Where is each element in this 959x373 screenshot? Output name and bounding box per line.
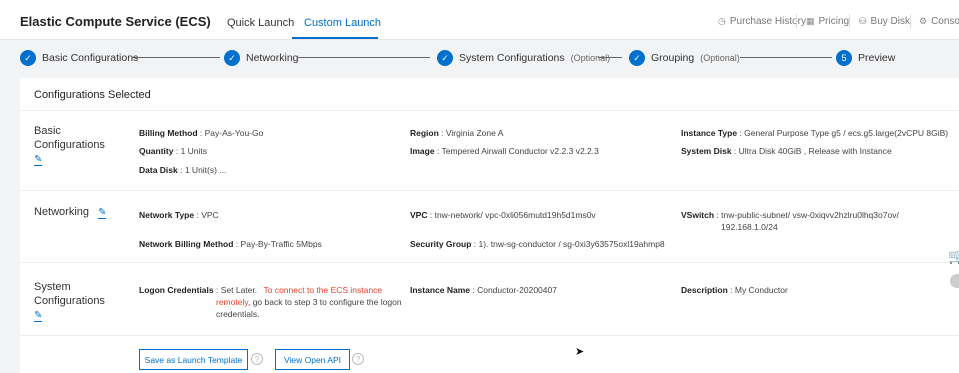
save-as-launch-template-button[interactable]: Save as Launch Template (139, 349, 248, 370)
buy-disk-link[interactable]: ⛁ Buy Disk (859, 16, 910, 27)
pricing-label: Pricing (818, 16, 850, 27)
edit-icon[interactable]: ✎ (34, 311, 43, 322)
step-number: 5 (836, 50, 852, 66)
calculator-icon: ▦ (806, 16, 815, 26)
step-networking[interactable]: ✓ Networking (224, 50, 299, 66)
section-system-title: System Configurations ✎ (34, 280, 105, 322)
floating-action-icon[interactable] (950, 274, 959, 288)
divider (20, 335, 959, 336)
section-title-line: Networking (34, 206, 90, 218)
step-system-configurations[interactable]: ✓ System Configurations (Optional) (437, 50, 610, 66)
purchase-history-label: Purchase History (729, 16, 806, 27)
cart-icon[interactable]: 🛒 (948, 248, 959, 265)
check-icon: ✓ (437, 50, 453, 66)
image: Image : Tempered Airwall Conductor v2.2.… (410, 146, 599, 156)
step-label: Networking (246, 52, 299, 64)
instance-name: Instance Name : Conductor-20200407 (410, 285, 557, 295)
check-icon: ✓ (20, 50, 36, 66)
step-optional-label: (Optional) (570, 53, 611, 63)
tab-quick-launch[interactable]: Quick Launch (227, 17, 294, 29)
disk-icon: ⛁ (859, 16, 867, 26)
divider (20, 262, 959, 263)
mouse-cursor-icon: ➤ (575, 346, 585, 358)
console-label: Console (931, 16, 959, 27)
divider (20, 190, 959, 191)
network-type: Network Type : VPC (139, 210, 219, 220)
step-connector (132, 57, 220, 58)
section-title-line: Configurations (34, 139, 105, 151)
divider (20, 110, 959, 111)
active-tab-indicator (292, 37, 378, 39)
step-grouping[interactable]: ✓ Grouping (Optional) (629, 50, 740, 66)
pricing-link[interactable]: ▦ Pricing (806, 16, 849, 27)
edit-icon[interactable]: ✎ (34, 155, 43, 166)
edit-icon[interactable]: ✎ (98, 208, 107, 219)
tab-custom-launch[interactable]: Custom Launch (304, 17, 381, 29)
section-basic-title: Basic Configurations ✎ (34, 124, 105, 166)
gear-icon: ⚙ (919, 16, 928, 26)
check-icon: ✓ (629, 50, 645, 66)
step-connector (298, 57, 430, 58)
section-title-line: Configurations (34, 295, 105, 307)
card-title: Configurations Selected (34, 89, 151, 101)
console-link[interactable]: ⚙ Console (919, 16, 959, 27)
view-open-api-button[interactable]: View Open API (275, 349, 350, 370)
divider (796, 14, 797, 28)
logon-credentials-line3: credentials. (216, 309, 260, 319)
divider (849, 14, 850, 28)
description: Description : My Conductor (681, 285, 788, 295)
billing-method: Billing Method : Pay-As-You-Go (139, 128, 264, 138)
network-billing-method: Network Billing Method : Pay-By-Traffic … (139, 239, 322, 249)
section-title-line: Basic (34, 125, 61, 137)
configurations-card: Configurations Selected Basic Configurat… (20, 78, 959, 373)
step-label: Grouping (651, 52, 695, 64)
data-disk: Data Disk : 1 Unit(s) ... (139, 165, 227, 175)
clock-icon: ◷ (718, 16, 726, 26)
logon-credentials: Logon Credentials : Set Later. To connec… (139, 285, 383, 295)
help-icon[interactable]: ? (352, 353, 364, 365)
instance-type: Instance Type : General Purpose Type g5 … (681, 128, 949, 138)
system-disk: System Disk : Ultra Disk 40GiB , Release… (681, 146, 892, 156)
check-icon: ✓ (224, 50, 240, 66)
step-preview[interactable]: 5 Preview (836, 50, 895, 66)
top-bar: Elastic Compute Service (ECS) Quick Laun… (0, 0, 959, 40)
app-title: Elastic Compute Service (ECS) (20, 14, 211, 29)
help-icon[interactable]: ? (251, 353, 263, 365)
step-basic-configurations[interactable]: ✓ Basic Configurations (20, 50, 138, 66)
vswitch: VSwitch : tnw-public-subnet/ vsw-0xiqvv2… (681, 210, 899, 232)
logon-credentials-line2: remotely, go back to step 3 to configure… (216, 297, 402, 307)
region: Region : Virginia Zone A (410, 128, 504, 138)
section-networking-title: Networking ✎ (34, 205, 107, 219)
vpc: VPC : tnw-network/ vpc-0xli056mutd19h5d1… (410, 210, 596, 220)
step-label: System Configurations (459, 52, 565, 64)
step-connector (740, 57, 832, 58)
divider (910, 14, 911, 28)
buy-disk-label: Buy Disk (870, 16, 910, 27)
quantity: Quantity : 1 Units (139, 146, 208, 156)
step-label: Basic Configurations (42, 52, 139, 64)
purchase-history-link[interactable]: ◷ Purchase History (718, 16, 806, 27)
security-group: Security Group : 1). tnw-sg-conductor / … (410, 239, 665, 249)
step-optional-label: (Optional) (700, 53, 740, 63)
step-label: Preview (858, 52, 896, 64)
section-title-line: System (34, 281, 71, 293)
